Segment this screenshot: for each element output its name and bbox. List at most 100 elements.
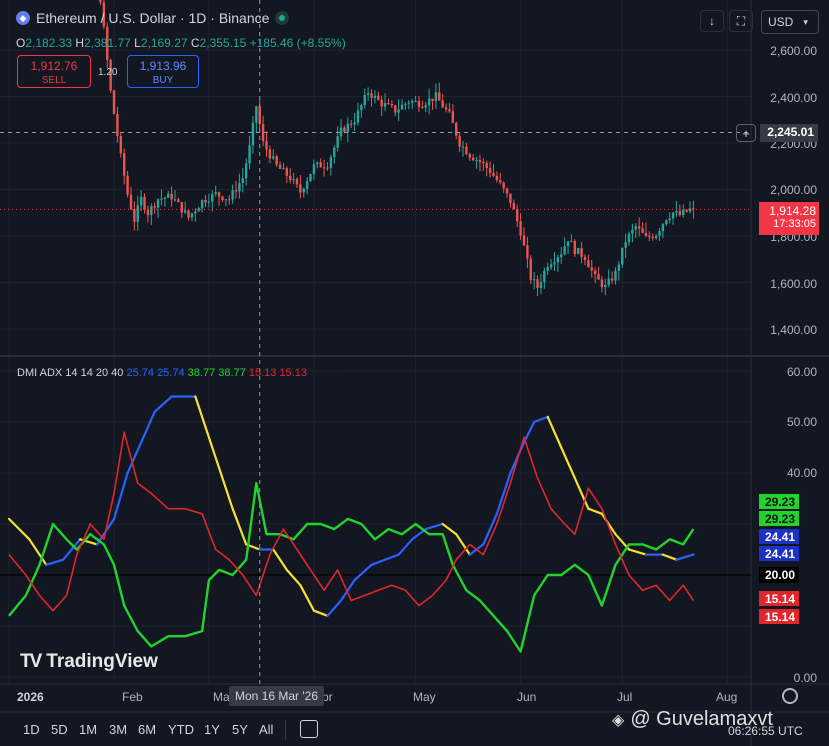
price-axis-label: 2,000.00 — [770, 183, 817, 197]
candle-body — [488, 168, 492, 173]
candle-body — [458, 135, 461, 147]
candle-body — [455, 122, 458, 136]
range-5d[interactable]: 5D — [51, 722, 68, 737]
candle-body — [275, 156, 278, 165]
candle-body — [261, 123, 265, 141]
candle-body — [353, 122, 356, 125]
candle-body — [99, 0, 102, 3]
candle-body — [183, 210, 187, 213]
candle-body — [522, 235, 526, 246]
tradingview-icon: TV — [20, 651, 42, 672]
candle-body — [621, 247, 624, 265]
candle-body — [146, 209, 150, 216]
candle-body — [546, 267, 549, 271]
calendar-icon[interactable] — [300, 720, 318, 738]
candle-body — [682, 209, 685, 216]
candle-body — [370, 93, 373, 98]
candle-body — [373, 95, 377, 98]
candle-body — [553, 262, 556, 265]
candle-body — [678, 211, 682, 216]
candle-body — [292, 179, 295, 181]
candle-body — [424, 105, 427, 108]
range-1m[interactable]: 1M — [79, 722, 97, 737]
time-axis-label: Aug — [716, 690, 738, 704]
candle-body — [356, 110, 360, 123]
dmi-axis-label: 50.00 — [786, 415, 817, 429]
candle-body — [407, 102, 410, 104]
add-alert-button[interactable]: + — [736, 124, 756, 142]
candle-body — [404, 103, 407, 105]
candle-body — [160, 198, 163, 200]
candle-body — [516, 209, 519, 222]
candle-body — [471, 157, 475, 161]
candle-body — [482, 161, 485, 164]
candle-body — [532, 279, 536, 281]
candle-body — [648, 235, 651, 238]
range-1d[interactable]: 1D — [23, 722, 40, 737]
candle-body — [597, 274, 600, 280]
candle-body — [583, 256, 587, 261]
candle-body — [170, 193, 173, 200]
buy-button[interactable]: 1,913.96 BUY — [127, 55, 199, 88]
candle-body — [465, 146, 468, 155]
candle-body — [512, 202, 516, 210]
range-all[interactable]: All — [259, 722, 273, 737]
sell-button[interactable]: 1,912.76 SELL — [17, 55, 91, 88]
candle-body — [434, 92, 438, 102]
plus-icon: + — [742, 125, 750, 141]
candle-body — [319, 162, 322, 168]
candle-body — [441, 100, 444, 108]
range-1y[interactable]: 1Y — [204, 722, 220, 737]
candle-body — [333, 147, 336, 158]
candle-body — [150, 206, 153, 216]
range-ytd[interactable]: YTD — [168, 722, 194, 737]
crosshair-date-tag: Mon 16 Mar '26 — [229, 686, 324, 706]
candle-body — [346, 123, 350, 132]
candle-body — [417, 100, 421, 108]
candle-body — [153, 206, 156, 208]
candle-body — [485, 163, 488, 169]
range-3m[interactable]: 3M — [109, 722, 127, 737]
candle-body — [360, 105, 363, 111]
candle-body — [685, 209, 688, 212]
price-axis-label: 1,600.00 — [770, 277, 817, 291]
candle-body — [529, 258, 532, 281]
arrow-down-button[interactable]: ↓ — [700, 10, 724, 32]
settings-gear-icon[interactable] — [782, 688, 798, 704]
chevron-down-icon: ▾ — [803, 16, 808, 27]
candle-body — [654, 235, 658, 239]
candle-body — [299, 184, 302, 193]
candle-body — [475, 160, 478, 162]
candle-body — [238, 183, 241, 192]
candle-body — [577, 248, 580, 254]
tradingview-logo[interactable]: TV TradingView — [20, 651, 158, 673]
candle-body — [309, 174, 312, 182]
candle-body — [231, 190, 234, 200]
fullscreen-icon: ⛶ — [736, 13, 746, 28]
candle-body — [244, 163, 248, 179]
candle-body — [448, 109, 451, 112]
symbol-header[interactable]: ◆ Ethereum / U.S. Dollar · 1D · Binance — [16, 10, 290, 26]
plus-di-tag: 29.23 — [759, 494, 799, 509]
candle-body — [268, 149, 272, 159]
candle-body — [610, 278, 614, 281]
candle-body — [634, 226, 638, 230]
candle-body — [444, 107, 448, 110]
range-6m[interactable]: 6M — [138, 722, 156, 737]
candle-body — [431, 98, 434, 102]
candle-body — [278, 164, 282, 169]
indicator-legend[interactable]: DMI ADX 14 14 20 40 25.74 25.74 38.77 38… — [17, 367, 338, 379]
currency-select[interactable]: USD ▾ — [761, 10, 819, 34]
fullscreen-button[interactable]: ⛶ — [729, 10, 753, 32]
candle-body — [570, 241, 573, 243]
candle-body — [329, 157, 333, 168]
candle-body — [167, 193, 170, 198]
range-5y[interactable]: 5Y — [232, 722, 248, 737]
candle-body — [156, 199, 160, 208]
candle-body — [590, 267, 593, 271]
candle-body — [180, 202, 183, 213]
candle-body — [126, 175, 129, 195]
candle-body — [593, 270, 597, 275]
ohlc-readout: O2,182.33 H2,381.77 L2,169.27 C2,355.15 … — [16, 36, 346, 50]
divider — [285, 720, 286, 740]
